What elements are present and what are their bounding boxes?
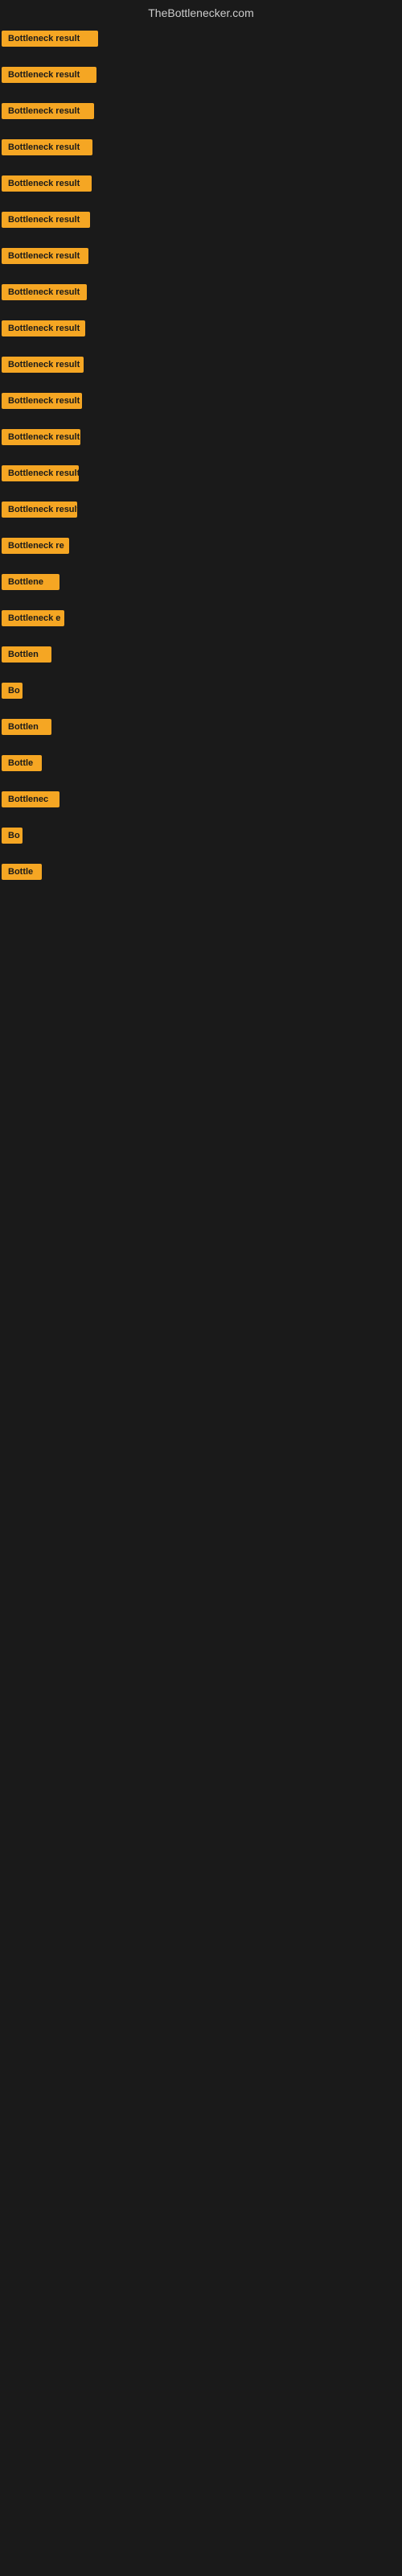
result-row-22: Bottlenec — [0, 783, 402, 819]
bottleneck-badge-5[interactable]: Bottleneck result — [2, 175, 92, 192]
result-row-20: Bottlen — [0, 711, 402, 747]
bottleneck-badge-6[interactable]: Bottleneck result — [2, 212, 90, 228]
result-row-23: Bo — [0, 819, 402, 856]
bottleneck-badge-16[interactable]: Bottlene — [2, 574, 59, 590]
result-row-17: Bottleneck e — [0, 602, 402, 638]
bottleneck-badge-13[interactable]: Bottleneck result — [2, 465, 79, 481]
result-row-21: Bottle — [0, 747, 402, 783]
result-row-16: Bottlene — [0, 566, 402, 602]
bottleneck-badge-21[interactable]: Bottle — [2, 755, 42, 771]
result-row-19: Bo — [0, 675, 402, 711]
bottleneck-badge-23[interactable]: Bo — [2, 828, 23, 844]
bottleneck-badge-15[interactable]: Bottleneck re — [2, 538, 69, 554]
result-row-9: Bottleneck result — [0, 312, 402, 349]
result-row-18: Bottlen — [0, 638, 402, 675]
bottleneck-badge-20[interactable]: Bottlen — [2, 719, 51, 735]
result-row-24: Bottle — [0, 856, 402, 892]
result-row-10: Bottleneck result — [0, 349, 402, 385]
bottleneck-badge-8[interactable]: Bottleneck result — [2, 284, 87, 300]
result-row-8: Bottleneck result — [0, 276, 402, 312]
bottleneck-badge-4[interactable]: Bottleneck result — [2, 139, 92, 155]
result-row-12: Bottleneck result — [0, 421, 402, 457]
bottleneck-badge-12[interactable]: Bottleneck result — [2, 429, 80, 445]
result-row-4: Bottleneck result — [0, 131, 402, 167]
bottleneck-badge-7[interactable]: Bottleneck result — [2, 248, 88, 264]
bottleneck-badge-18[interactable]: Bottlen — [2, 646, 51, 663]
bottleneck-badge-2[interactable]: Bottleneck result — [2, 67, 96, 83]
bottleneck-badge-10[interactable]: Bottleneck result — [2, 357, 84, 373]
bottleneck-badge-1[interactable]: Bottleneck result — [2, 31, 98, 47]
bottleneck-badge-17[interactable]: Bottleneck e — [2, 610, 64, 626]
bottleneck-badge-9[interactable]: Bottleneck result — [2, 320, 85, 336]
bottleneck-badge-24[interactable]: Bottle — [2, 864, 42, 880]
site-title: TheBottlenecker.com — [0, 0, 402, 23]
bottleneck-badge-19[interactable]: Bo — [2, 683, 23, 699]
bottleneck-badge-11[interactable]: Bottleneck result — [2, 393, 82, 409]
bottleneck-badge-3[interactable]: Bottleneck result — [2, 103, 94, 119]
result-row-14: Bottleneck result — [0, 493, 402, 530]
result-row-2: Bottleneck result — [0, 59, 402, 95]
result-row-3: Bottleneck result — [0, 95, 402, 131]
result-row-1: Bottleneck result — [0, 23, 402, 59]
result-row-7: Bottleneck result — [0, 240, 402, 276]
bottleneck-badge-14[interactable]: Bottleneck result — [2, 502, 77, 518]
result-row-5: Bottleneck result — [0, 167, 402, 204]
result-row-6: Bottleneck result — [0, 204, 402, 240]
result-row-13: Bottleneck result — [0, 457, 402, 493]
bottleneck-badge-22[interactable]: Bottlenec — [2, 791, 59, 807]
result-row-15: Bottleneck re — [0, 530, 402, 566]
result-row-11: Bottleneck result — [0, 385, 402, 421]
